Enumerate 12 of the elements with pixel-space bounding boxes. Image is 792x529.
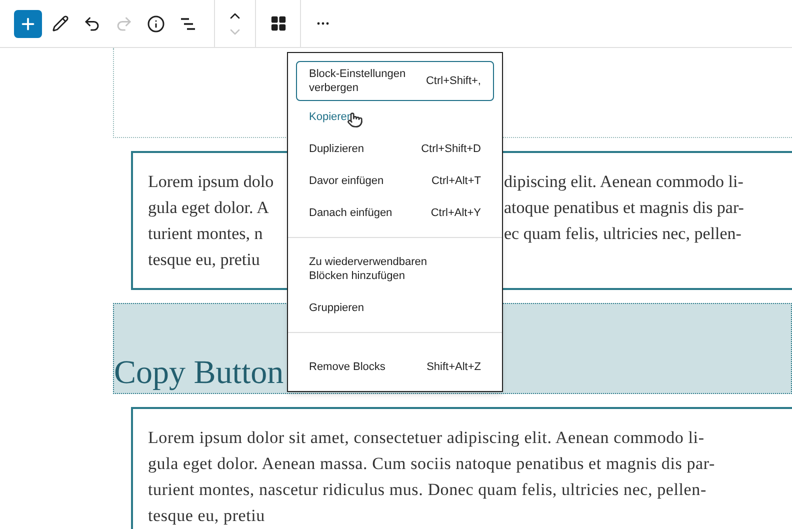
paragraph-text: gula eget dolor. Aenean massa. Cum sociis natoque penatibus et magnis dis par- xyxy=(148,454,715,473)
paragraph-text: dipiscing elit. Aenean commodo li- xyxy=(504,171,744,193)
paragraph-text: Lorem ipsum dolor sit amet, consectetuer adipiscing elit. Aenean commodo li- xyxy=(148,428,704,447)
paragraph-text: ec quam felis, ultricies nec, pellen- xyxy=(504,223,742,245)
heading-text: Copy Button xyxy=(114,354,284,393)
paragraph-text: tesque eu, pretiu xyxy=(148,250,260,269)
paragraph-text: tesque eu, pretiu xyxy=(148,506,265,525)
paragraph-text: turient montes, n xyxy=(148,224,263,243)
paragraph-text: turient montes, nascetur ridiculus mus. Donec quam felis, ultricies nec, pellen- xyxy=(148,480,706,499)
paragraph-text: atoque penatibus et magnis dis par- xyxy=(504,197,744,219)
paragraph-text: Lorem ipsum dolo xyxy=(148,172,274,191)
paragraph-text: gula eget dolor. A xyxy=(148,198,269,217)
